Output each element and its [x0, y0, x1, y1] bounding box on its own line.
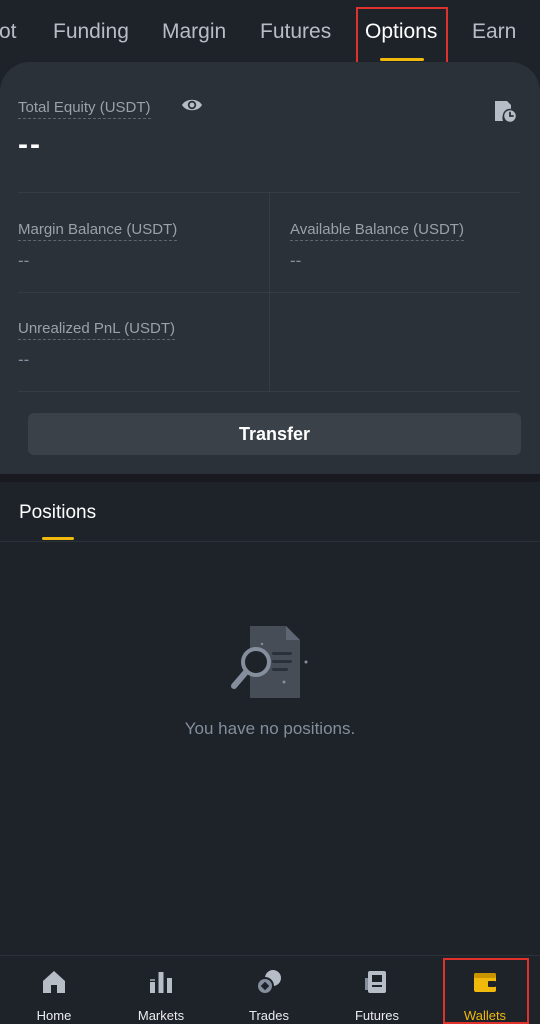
available-balance-value: --: [290, 251, 302, 270]
margin-balance-value: --: [18, 251, 30, 270]
available-balance-label[interactable]: Available Balance (USDT): [290, 220, 464, 241]
history-icon[interactable]: [492, 98, 518, 124]
total-equity-value: --: [18, 128, 42, 161]
home-icon: [43, 971, 65, 993]
unrealized-pnl-value: --: [18, 350, 30, 369]
section-separator: [0, 474, 540, 482]
divider: [0, 541, 540, 542]
nav-markets-label: Markets: [137, 1008, 185, 1023]
total-equity-label[interactable]: Total Equity (USDT): [18, 98, 151, 119]
markets-icon: [150, 972, 172, 993]
nav-wallets[interactable]: Wallets: [431, 956, 539, 1024]
bottom-navigation: Home Markets Trades Futures Wallets: [0, 955, 540, 1024]
divider: [18, 391, 520, 392]
positions-tab-indicator: [42, 537, 74, 540]
transfer-button[interactable]: Transfer: [28, 413, 521, 455]
tab-margin[interactable]: Margin: [162, 18, 226, 46]
tab-positions[interactable]: Positions: [19, 501, 96, 525]
empty-search-document-icon: [231, 626, 308, 698]
wallet-icon: [474, 973, 496, 992]
nav-home-label: Home: [36, 1008, 72, 1023]
futures-icon: [365, 971, 386, 993]
nav-futures-label: Futures: [354, 1008, 400, 1023]
nav-markets[interactable]: Markets: [107, 956, 215, 1024]
margin-balance-label[interactable]: Margin Balance (USDT): [18, 220, 178, 241]
nav-home[interactable]: Home: [0, 956, 108, 1024]
tab-options[interactable]: Options: [365, 18, 437, 46]
unrealized-pnl-label[interactable]: Unrealized PnL (USDT): [18, 319, 175, 340]
empty-positions-message: You have no positions.: [184, 719, 356, 738]
nav-futures[interactable]: Futures: [323, 956, 431, 1024]
nav-wallets-label: Wallets: [463, 1008, 507, 1023]
trades-icon: [256, 970, 281, 995]
eye-icon[interactable]: [181, 96, 203, 114]
active-tab-indicator: [380, 58, 424, 61]
tab-spot[interactable]: ot: [0, 18, 17, 46]
nav-trades-label: Trades: [249, 1008, 289, 1023]
top-tab-bar: ot Funding Margin Futures Options Earn: [0, 0, 540, 62]
tab-funding[interactable]: Funding: [53, 18, 129, 46]
nav-trades[interactable]: Trades: [215, 956, 323, 1024]
tab-futures[interactable]: Futures: [260, 18, 331, 46]
divider: [18, 292, 520, 293]
tab-earn[interactable]: Earn: [472, 18, 516, 46]
